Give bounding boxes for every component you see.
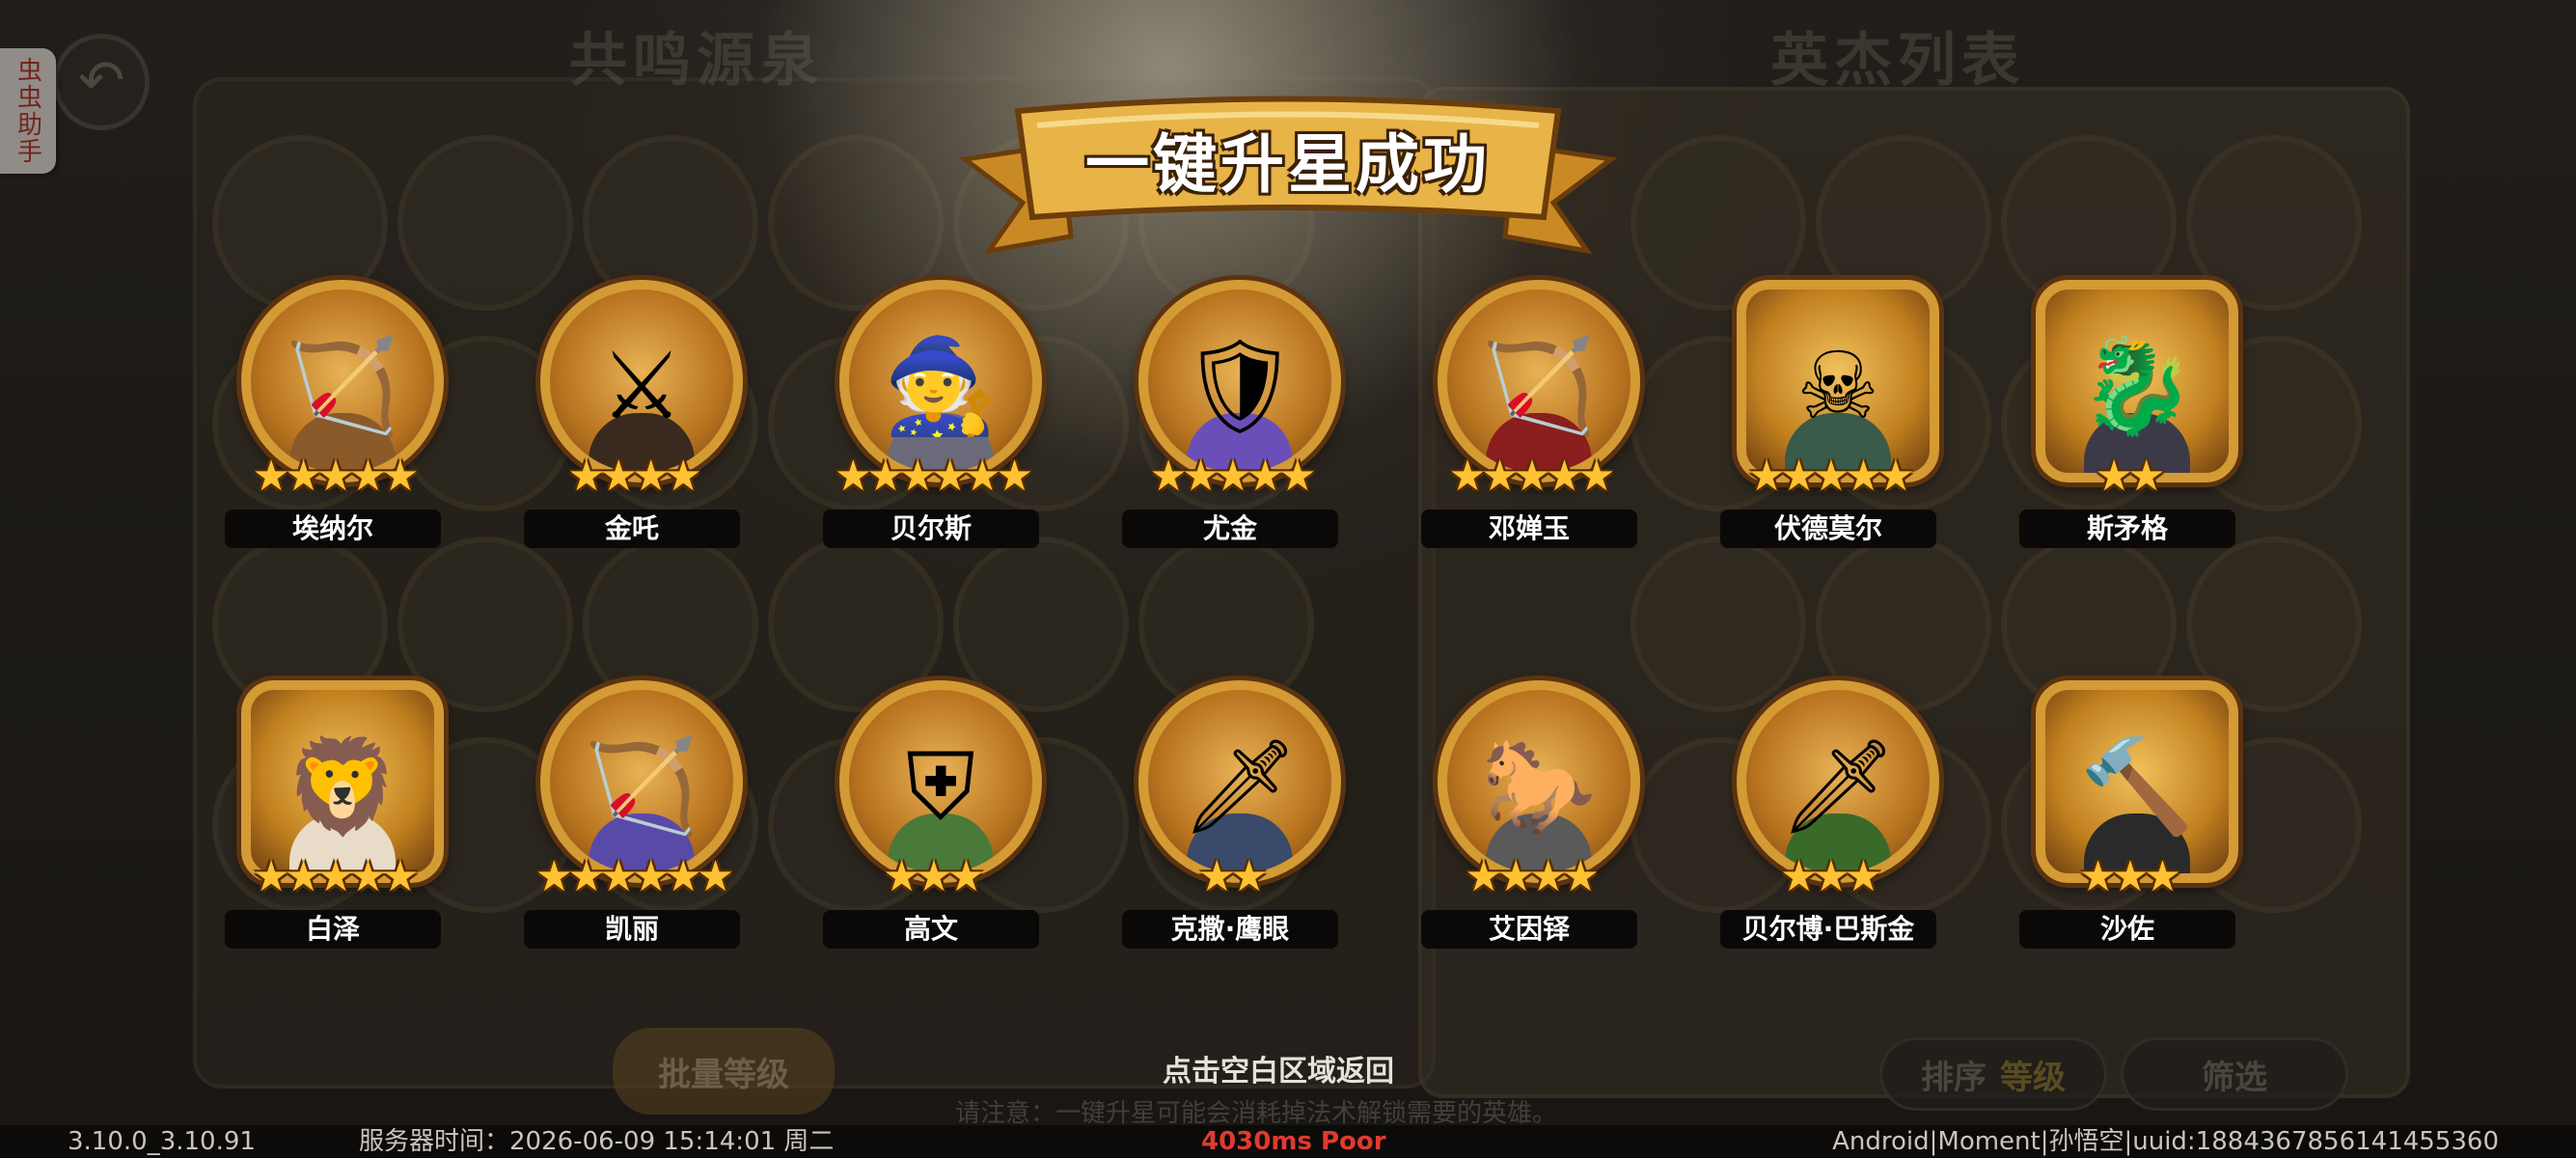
green-knight-icon: ⛨	[906, 731, 975, 841]
hero-card: 🗡 ★★ 克撒·鹰眼	[1105, 680, 1356, 960]
hero-star-rating: ★★★	[2078, 852, 2181, 901]
hunter-icon: 🗡	[1181, 731, 1299, 841]
hero-card: ⛨ ★★★ 高文	[806, 680, 1056, 960]
wizard-icon: 🧙	[883, 331, 999, 440]
hero-card: 🗡 ★★★ 贝尔博·巴斯金	[1703, 680, 1954, 960]
device-info: Android|Moment|孙悟空|uuid:1884367856141455…	[1832, 1127, 2499, 1156]
hero-card: 🏹 ★★★★★★ 凯丽	[507, 680, 757, 960]
hero-name: 艾因铎	[1421, 910, 1637, 949]
hero-card: 🏹 ★★★★★ 埃纳尔	[207, 280, 458, 560]
return-hint-text: 点击空白区域返回	[1163, 1055, 1394, 1089]
hero-star-rating: ★★★★★	[1448, 452, 1615, 501]
hero-card: 🦁 ★★★★★ 白泽	[207, 680, 458, 960]
hero-star-rating: ★★★★	[567, 452, 702, 501]
hero-name: 贝尔斯	[823, 510, 1039, 548]
hero-name: 凯丽	[524, 910, 740, 949]
hero-card: 🐉 ★★ 斯矛格	[2002, 280, 2253, 560]
beast-icon: 🦁	[285, 731, 400, 841]
elf-archer-icon: 🏹	[584, 731, 699, 841]
hero-star-rating: ★★★★★★	[834, 452, 1034, 501]
server-time-label: 服务器时间：	[359, 1127, 510, 1156]
hero-name: 邓婵玉	[1421, 510, 1637, 548]
hero-card: 🧙 ★★★★★★ 贝尔斯	[806, 280, 1056, 560]
hammer-knight-icon: 🔨	[2079, 731, 2195, 841]
necromancer-icon: ☠	[1795, 331, 1880, 440]
hero-card: 🐎 ★★★★ 艾因铎	[1404, 680, 1655, 960]
hero-card: ☠ ★★★★★ 伏德莫尔	[1703, 280, 1954, 560]
server-time-value: 2026-06-09 15:14:01 周二	[509, 1127, 835, 1156]
hero-name: 高文	[823, 910, 1039, 949]
hero-name: 伏德莫尔	[1720, 510, 1936, 548]
hero-name: 贝尔博·巴斯金	[1720, 910, 1936, 949]
hero-star-rating: ★★★	[882, 852, 985, 901]
upgraded-hero-grid: 🏹 ★★★★★ 埃纳尔 ⚔ ★★★★ 金吒 🧙 ★★★★★★ 贝尔斯 🛡 ★★★★★ 尤金 🏹 ★★★★★…	[0, 0, 2576, 1158]
archer-girl-icon: 🏹	[1481, 331, 1597, 440]
cavalry-icon: 🐎	[1481, 731, 1597, 841]
hero-name: 尤金	[1122, 510, 1338, 548]
hero-star-rating: ★★	[1197, 852, 1269, 901]
hero-card: 🏹 ★★★★★ 邓婵玉	[1404, 280, 1655, 560]
hero-name: 克撒·鹰眼	[1122, 910, 1338, 949]
hero-star-rating: ★★★★★	[1149, 452, 1316, 501]
hero-name: 白泽	[225, 910, 441, 949]
hero-name: 金吒	[524, 510, 740, 548]
hero-star-rating: ★★★★	[1465, 852, 1600, 901]
hero-star-rating: ★★★★★	[252, 452, 419, 501]
server-time: 服务器时间：2026-06-09 15:14:01 周二	[359, 1125, 834, 1158]
hero-star-rating: ★★★★★★	[534, 852, 735, 901]
hero-card: 🛡 ★★★★★ 尤金	[1105, 280, 1356, 560]
hero-star-rating: ★★	[2095, 452, 2166, 501]
version-text: 3.10.0_3.10.91	[68, 1127, 256, 1156]
dragon-icon: 🐉	[2079, 331, 2195, 440]
hero-card: 🔨 ★★★ 沙佐	[2002, 680, 2253, 960]
hero-name: 埃纳尔	[225, 510, 441, 548]
status-bar: 3.10.0_3.10.91 服务器时间：2026-06-09 15:14:01…	[0, 1125, 2576, 1158]
hero-name: 沙佐	[2019, 910, 2235, 949]
hero-star-rating: ★★★★★	[1747, 452, 1914, 501]
latency-indicator: 4030ms Poor	[1201, 1127, 1386, 1156]
knight-icon: 🛡	[1181, 331, 1299, 440]
swordsman-icon: ⚔	[599, 331, 684, 440]
hero-card: ⚔ ★★★★ 金吒	[507, 280, 757, 560]
hero-name: 斯矛格	[2019, 510, 2235, 548]
hero-star-rating: ★★★★★	[252, 852, 419, 901]
hero-star-rating: ★★★	[1779, 852, 1882, 901]
archer-rider-icon: 🏹	[285, 331, 400, 440]
halfling-icon: 🗡	[1779, 731, 1897, 841]
